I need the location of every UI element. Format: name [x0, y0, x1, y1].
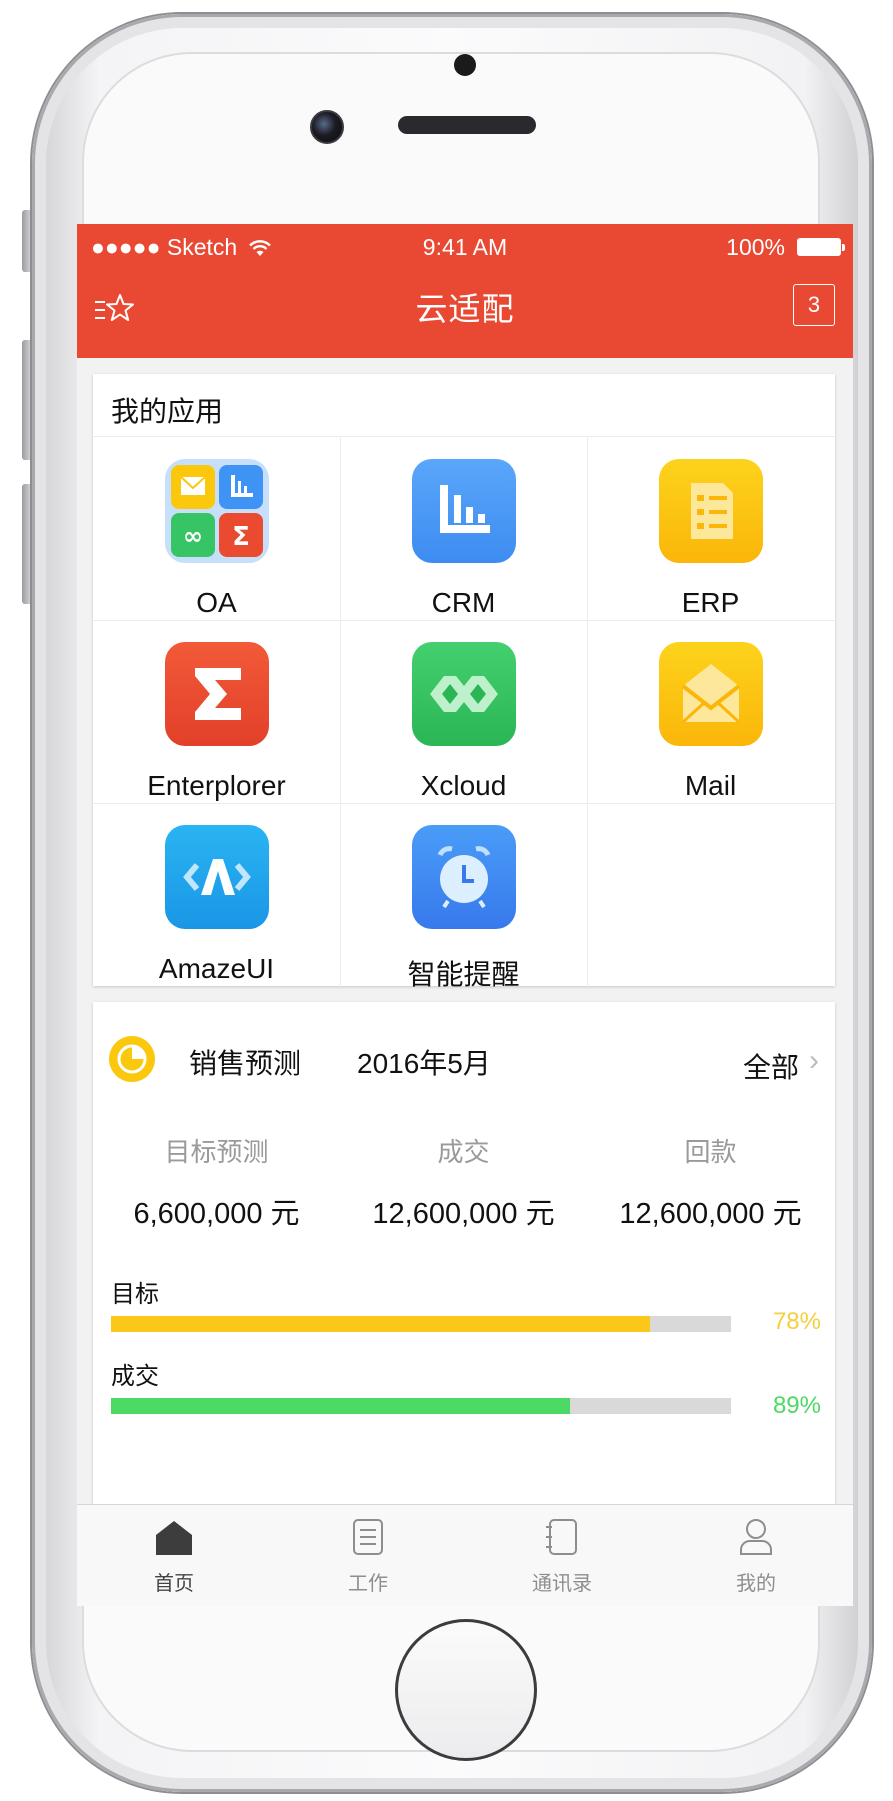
svg-text:Σ: Σ [232, 522, 250, 552]
tab-label: 我的 [736, 1573, 776, 1595]
proximity-sensor [454, 54, 476, 76]
my-apps-card: 我的应用 ∞ Σ OA CRM ERP Enterplorer Xcloud M… [93, 374, 835, 990]
mute-switch [22, 210, 32, 272]
app-smart-reminder[interactable]: 智能提醒 [340, 803, 587, 990]
home-button[interactable] [395, 1619, 537, 1761]
xcloud-icon [411, 642, 516, 746]
app-mail[interactable]: Mail [587, 620, 834, 803]
sales-period[interactable]: 2016年5月 [357, 1042, 491, 1082]
notification-badge-button[interactable]: 3 [793, 284, 835, 326]
target-bar-label: 目标 [111, 1281, 159, 1308]
target-progress-fill [111, 1316, 651, 1332]
my-apps-title: 我的应用 [111, 396, 224, 427]
amazeui-icon [164, 825, 269, 929]
target-progress-bar [111, 1316, 731, 1332]
target-percent: 78% [772, 1308, 821, 1335]
deals-bar-label: 成交 [111, 1363, 159, 1390]
deals-percent: 89% [772, 1392, 821, 1419]
tab-bar: 首页 工作 通讯录 我的 [77, 1504, 853, 1606]
oa-icon: ∞ Σ [164, 459, 269, 563]
app-screen: ●●●●● Sketch 9:41 AM 100% 云适配 3 我的应用 ∞ Σ… [77, 224, 853, 1606]
contacts-icon [546, 1519, 577, 1555]
battery-icon [797, 238, 845, 256]
stat-label-payments: 回款 [684, 1137, 737, 1167]
app-label: Mail [684, 770, 737, 801]
stat-label-deals: 成交 [437, 1137, 490, 1167]
status-bar: ●●●●● Sketch 9:41 AM 100% [77, 224, 853, 268]
front-camera-icon [310, 110, 344, 144]
app-oa[interactable]: ∞ Σ OA [93, 437, 340, 620]
app-erp[interactable]: ERP [587, 437, 834, 620]
app-label: Enterplorer [147, 770, 286, 801]
tab-me[interactable]: 我的 [659, 1505, 853, 1606]
stat-label-target: 目标预测 [164, 1137, 269, 1167]
app-label: AmazeUI [158, 953, 275, 984]
stat-value-target: 6,600,000 元 [133, 1198, 300, 1230]
earpiece-speaker [398, 116, 536, 134]
page-title: 云适配 [415, 291, 515, 327]
app-label: 智能提醒 [407, 959, 520, 990]
volume-up-button [22, 340, 32, 460]
navigation-bar: ●●●●● Sketch 9:41 AM 100% 云适配 3 [77, 224, 853, 358]
tab-home[interactable]: 首页 [77, 1505, 271, 1606]
tab-label: 工作 [348, 1573, 388, 1595]
alarm-clock-icon [411, 825, 516, 929]
home-icon [156, 1521, 192, 1555]
app-crm[interactable]: CRM [340, 437, 587, 620]
enterplorer-sigma-icon [164, 642, 269, 746]
deals-progress-bar [111, 1398, 731, 1414]
tab-label: 通讯录 [532, 1573, 592, 1595]
person-icon [740, 1519, 772, 1555]
app-label: ERP [681, 587, 740, 618]
mail-icon [658, 642, 763, 746]
svg-text:∞: ∞ [183, 522, 203, 550]
sales-forecast-title: 销售预测 [189, 1048, 302, 1079]
clock-pie-icon [109, 1036, 155, 1082]
filter-all-link[interactable]: 全部 [743, 1046, 799, 1086]
app-label: CRM [431, 587, 496, 618]
volume-down-button [22, 484, 32, 604]
battery-percent: 100% [726, 234, 785, 260]
app-label: Xcloud [420, 770, 507, 801]
tab-contacts[interactable]: 通讯录 [465, 1505, 659, 1606]
stat-value-deals: 12,600,000 元 [372, 1198, 555, 1230]
tab-work[interactable]: 工作 [271, 1505, 465, 1606]
crm-chart-icon [411, 459, 516, 563]
stat-value-payments: 12,600,000 元 [619, 1198, 802, 1230]
app-enterplorer[interactable]: Enterplorer [93, 620, 340, 803]
app-label: OA [196, 587, 237, 618]
apps-grid: ∞ Σ OA CRM ERP Enterplorer Xcloud Mail A… [93, 436, 835, 990]
document-icon [353, 1519, 383, 1555]
chevron-right-icon[interactable]: › [809, 1044, 819, 1078]
app-xcloud[interactable]: Xcloud [340, 620, 587, 803]
deals-progress-fill [111, 1398, 570, 1414]
tab-label: 首页 [154, 1573, 194, 1595]
erp-checklist-icon [658, 459, 763, 563]
app-amazeui[interactable]: AmazeUI [93, 803, 340, 987]
